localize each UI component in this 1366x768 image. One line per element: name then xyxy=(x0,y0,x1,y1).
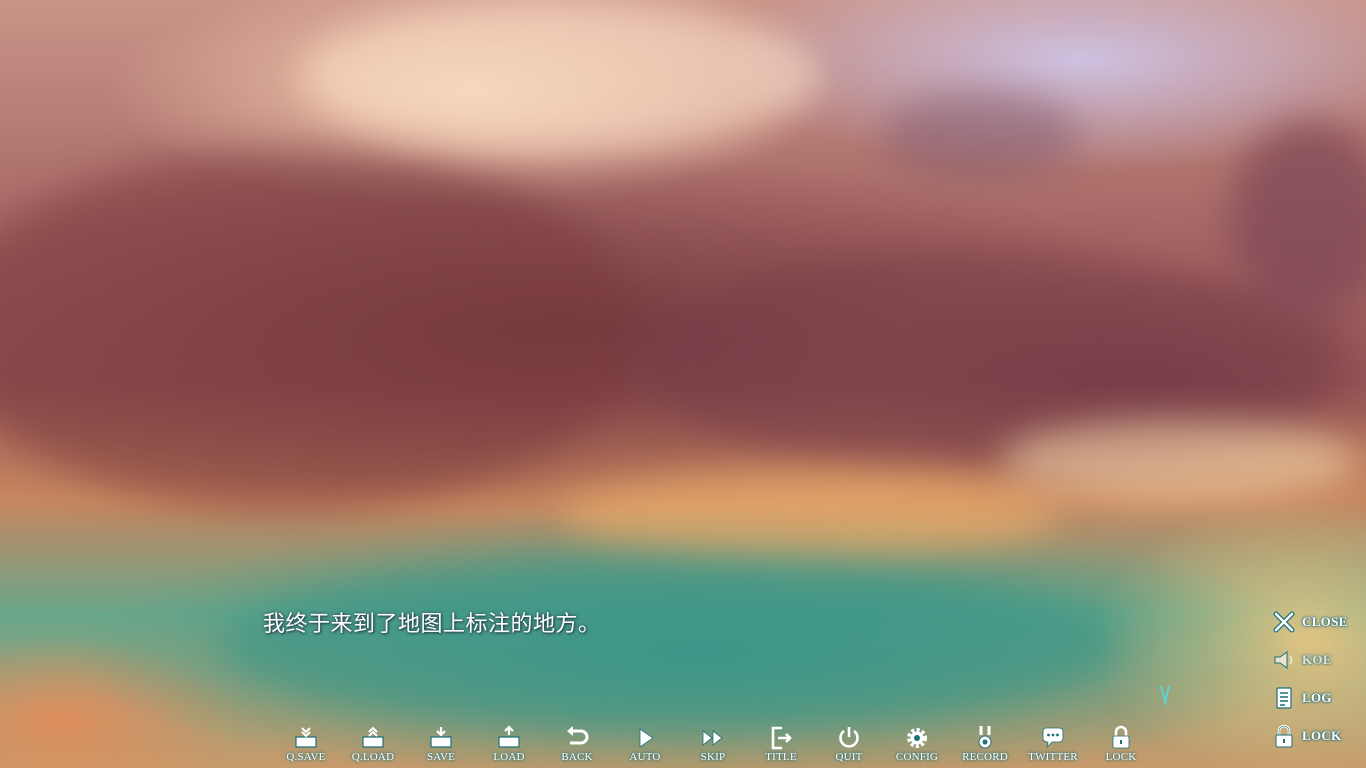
quick-load-button[interactable]: Q.LOAD xyxy=(347,722,399,768)
quick-load-label: Q.LOAD xyxy=(351,751,395,763)
side-menu: CLOSE KOE LOG LOCK xyxy=(1270,608,1360,758)
save-label: SAVE xyxy=(426,751,456,763)
back-button[interactable]: BACK xyxy=(551,722,603,768)
twitter-button[interactable]: TWITTER xyxy=(1027,722,1079,768)
background-sky-scene xyxy=(0,0,1366,768)
load-button[interactable]: LOAD xyxy=(483,722,535,768)
log-list-icon xyxy=(1276,687,1292,709)
play-icon xyxy=(639,728,654,748)
lock-toolbar-button[interactable]: LOCK xyxy=(1095,722,1147,768)
close-icon xyxy=(1273,611,1295,633)
save-button[interactable]: SAVE xyxy=(415,722,467,768)
speaker-icon xyxy=(1274,651,1293,669)
auto-label: AUTO xyxy=(629,751,661,763)
cloud-shape xyxy=(880,90,1080,180)
twitter-label: TWITTER xyxy=(1028,751,1078,763)
lock-side-button[interactable]: LOCK xyxy=(1270,722,1360,750)
bottom-toolbar: Q.SAVE Q.LOAD SAVE LOAD BACK AUTO SKIP T… xyxy=(280,722,1150,768)
cloud-shape xyxy=(560,470,1060,560)
log-label: LOG xyxy=(1302,690,1332,705)
close-label: CLOSE xyxy=(1302,614,1348,629)
config-label: CONFIG xyxy=(895,751,939,763)
record-label: RECORD xyxy=(962,751,1008,763)
back-label: BACK xyxy=(561,751,593,763)
log-button[interactable]: LOG xyxy=(1270,684,1360,712)
save-icon xyxy=(430,727,452,748)
gear-icon xyxy=(907,728,927,748)
title-button[interactable]: TITLE xyxy=(755,722,807,768)
quit-button[interactable]: QUIT xyxy=(823,722,875,768)
dialogue-text: 我终于来到了地图上标注的地方。 xyxy=(263,612,601,637)
lock-toolbar-label: LOCK xyxy=(1105,751,1137,763)
skip-button[interactable]: SKIP xyxy=(687,722,739,768)
quick-load-icon xyxy=(362,726,384,748)
fast-forward-icon xyxy=(702,730,723,746)
cloud-shape xyxy=(1000,420,1360,500)
padlock-icon xyxy=(1112,725,1130,749)
close-button[interactable]: CLOSE xyxy=(1270,608,1360,636)
title-label: TITLE xyxy=(765,751,797,763)
medal-icon xyxy=(978,726,992,749)
load-icon xyxy=(498,725,520,748)
quick-save-label: Q.SAVE xyxy=(286,751,326,763)
cloud-shape xyxy=(0,150,640,510)
auto-button[interactable]: AUTO xyxy=(619,722,671,768)
quick-save-icon xyxy=(295,727,317,748)
wait-cursor-icon xyxy=(1160,685,1170,705)
speech-bubble-icon xyxy=(1042,727,1064,749)
power-icon xyxy=(839,727,859,748)
quick-save-button[interactable]: Q.SAVE xyxy=(280,722,332,768)
cloud-shape xyxy=(300,0,820,150)
skip-label: SKIP xyxy=(700,751,726,763)
cloud-shape xyxy=(220,560,1120,730)
koe-button[interactable]: KOE xyxy=(1270,646,1360,674)
lock-side-label: LOCK xyxy=(1302,728,1342,743)
exit-door-icon xyxy=(771,726,792,750)
load-label: LOAD xyxy=(493,751,525,763)
record-button[interactable]: RECORD xyxy=(959,722,1011,768)
back-arrow-icon xyxy=(567,726,589,745)
config-button[interactable]: CONFIG xyxy=(891,722,943,768)
quit-label: QUIT xyxy=(835,751,863,763)
padlock-icon xyxy=(1275,724,1293,748)
koe-label: KOE xyxy=(1302,652,1332,667)
